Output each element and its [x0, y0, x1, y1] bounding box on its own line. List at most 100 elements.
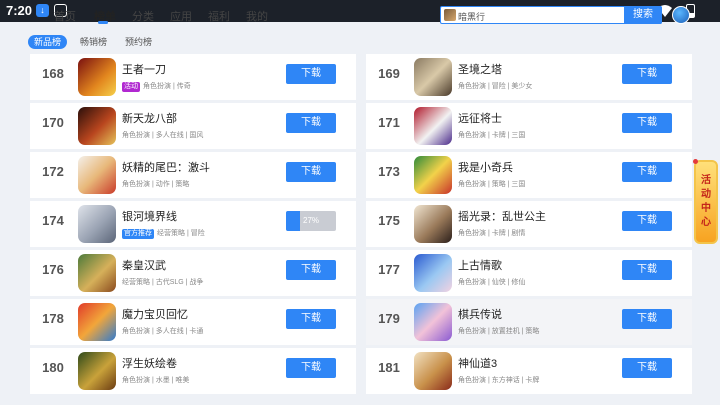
- game-tags: 经营策略 | 冒险: [157, 230, 205, 237]
- game-tags: 角色扮演 | 水墨 | 唯美: [122, 377, 190, 384]
- download-button[interactable]: 下载: [622, 64, 672, 84]
- game-name: 秦皇汉武: [122, 260, 166, 272]
- download-button[interactable]: 下载: [622, 260, 672, 280]
- download-button[interactable]: 下载: [286, 162, 336, 182]
- activity-center-button[interactable]: 活动中心: [693, 159, 718, 244]
- game-name: 上古情歌: [458, 260, 502, 272]
- list-item[interactable]: 177 上古情歌 角色扮演 | 仙侠 | 修仙 下载: [366, 250, 692, 296]
- download-button[interactable]: 下载: [286, 309, 336, 329]
- search-bar[interactable]: 暗黑行 搜索: [440, 6, 662, 24]
- game-icon[interactable]: [78, 205, 116, 243]
- game-icon[interactable]: [414, 205, 452, 243]
- game-tags: 角色扮演 | 仙侠 | 修仙: [458, 279, 526, 286]
- download-button[interactable]: 下载: [286, 260, 336, 280]
- game-tags: 角色扮演 | 策略 | 三国: [458, 181, 526, 188]
- tab-home[interactable]: 首页: [54, 8, 76, 24]
- game-icon[interactable]: [78, 303, 116, 341]
- subtab-bestseller[interactable]: 畅销榜: [80, 35, 107, 49]
- game-icon[interactable]: [414, 156, 452, 194]
- download-button[interactable]: 下载: [622, 358, 672, 378]
- game-tags: 经营策略 | 古代SLG | 战争: [122, 279, 204, 286]
- notification-dot: [693, 159, 698, 164]
- game-tags: 角色扮演 | 东方神话 | 卡牌: [458, 377, 540, 384]
- search-button[interactable]: 搜索: [624, 6, 662, 24]
- list-item[interactable]: 171 远征将士 角色扮演 | 卡牌 | 三国 下载: [366, 103, 692, 149]
- game-name: 新天龙八部: [122, 113, 177, 125]
- game-tags: 角色扮演 | 卡牌 | 剧情: [458, 230, 526, 237]
- game-tags-line: 官方推荐 经营策略 | 冒险: [122, 228, 205, 239]
- rank-number: 173: [378, 164, 400, 179]
- game-icon[interactable]: [414, 254, 452, 292]
- list-item[interactable]: 178 魔力宝贝回忆 角色扮演 | 多人在线 | 卡通 下载: [30, 299, 356, 345]
- tab-mine[interactable]: 我的: [246, 8, 268, 24]
- rank-number: 179: [378, 311, 400, 326]
- rank-number: 180: [42, 360, 64, 375]
- rank-number: 170: [42, 115, 64, 130]
- list-item[interactable]: 179 棋兵传说 角色扮演 | 放置挂机 | 策略 下载: [366, 299, 692, 345]
- download-button[interactable]: 下载: [622, 211, 672, 231]
- game-tags: 角色扮演 | 冒险 | 美少女: [458, 83, 533, 90]
- game-icon[interactable]: [414, 303, 452, 341]
- game-name: 妖精的尾巴：激斗: [122, 162, 210, 174]
- game-name: 摇光录：乱世公主: [458, 211, 546, 223]
- ranking-list-right: 169 圣境之塔 角色扮演 | 冒险 | 美少女 下载 171 远征将士 角色扮…: [366, 54, 692, 405]
- download-progress[interactable]: 27%: [286, 211, 336, 231]
- progress-fill: [286, 211, 300, 231]
- recommend-badge: 官方推荐: [122, 229, 154, 239]
- subtab-reservation[interactable]: 预约榜: [125, 35, 152, 49]
- download-button[interactable]: 下载: [622, 309, 672, 329]
- rank-number: 178: [42, 311, 64, 326]
- game-icon[interactable]: [78, 156, 116, 194]
- download-button[interactable]: 下载: [286, 64, 336, 84]
- game-name: 我是小奇兵: [458, 162, 513, 174]
- tab-category[interactable]: 分类: [132, 8, 154, 24]
- game-icon[interactable]: [78, 58, 116, 96]
- progress-percent: 27%: [303, 216, 320, 225]
- active-tab-indicator: [98, 21, 108, 24]
- activity-center-label: 活动中心: [701, 175, 711, 228]
- list-item[interactable]: 180 浮生妖绘卷 角色扮演 | 水墨 | 唯美 下载: [30, 348, 356, 394]
- rank-number: 172: [42, 164, 64, 179]
- rank-number: 176: [42, 262, 64, 277]
- game-tags: 角色扮演 | 动作 | 策略: [122, 181, 190, 188]
- game-tags: 角色扮演 | 多人在线 | 卡通: [122, 328, 204, 335]
- download-button[interactable]: 下载: [286, 113, 336, 133]
- rank-number: 175: [378, 213, 400, 228]
- list-item[interactable]: 168 王者一刀 活动 角色扮演 | 传奇 下载: [30, 54, 356, 100]
- download-button[interactable]: 下载: [286, 358, 336, 378]
- subtab-new[interactable]: 新品榜: [28, 35, 68, 49]
- search-input[interactable]: 暗黑行: [458, 10, 485, 23]
- game-name: 魔力宝贝回忆: [122, 309, 188, 321]
- game-name: 远征将士: [458, 113, 502, 125]
- list-item[interactable]: 181 神仙道3 角色扮演 | 东方神话 | 卡牌 下载: [366, 348, 692, 394]
- activity-badge: 活动: [122, 82, 140, 92]
- rank-number: 168: [42, 66, 64, 81]
- game-icon[interactable]: [414, 58, 452, 96]
- list-item[interactable]: 169 圣境之塔 角色扮演 | 冒险 | 美少女 下载: [366, 54, 692, 100]
- game-tags-line: 活动 角色扮演 | 传奇: [122, 81, 191, 92]
- tab-welfare[interactable]: 福利: [208, 8, 230, 24]
- list-item[interactable]: 170 新天龙八部 角色扮演 | 多人在线 | 国风 下载: [30, 103, 356, 149]
- game-tags: 角色扮演 | 放置挂机 | 策略: [458, 328, 540, 335]
- game-icon[interactable]: [78, 107, 116, 145]
- download-button[interactable]: 下载: [622, 113, 672, 133]
- list-item[interactable]: 174 银河境界线 官方推荐 经营策略 | 冒险 27%: [30, 201, 356, 247]
- rank-number: 169: [378, 66, 400, 81]
- rank-number: 171: [378, 115, 400, 130]
- list-item[interactable]: 173 我是小奇兵 角色扮演 | 策略 | 三国 下载: [366, 152, 692, 198]
- tab-apps[interactable]: 应用: [170, 8, 192, 24]
- avatar[interactable]: [672, 6, 690, 24]
- game-icon[interactable]: [414, 107, 452, 145]
- game-icon[interactable]: [78, 352, 116, 390]
- game-name: 银河境界线: [122, 211, 177, 223]
- list-item[interactable]: 176 秦皇汉武 经营策略 | 古代SLG | 战争 下载: [30, 250, 356, 296]
- game-icon[interactable]: [414, 352, 452, 390]
- game-name: 圣境之塔: [458, 64, 502, 76]
- list-item[interactable]: 172 妖精的尾巴：激斗 角色扮演 | 动作 | 策略 下载: [30, 152, 356, 198]
- rank-number: 177: [378, 262, 400, 277]
- list-item[interactable]: 175 摇光录：乱世公主 角色扮演 | 卡牌 | 剧情 下载: [366, 201, 692, 247]
- game-name: 棋兵传说: [458, 309, 502, 321]
- game-name: 神仙道3: [458, 358, 498, 370]
- download-button[interactable]: 下载: [622, 162, 672, 182]
- game-icon[interactable]: [78, 254, 116, 292]
